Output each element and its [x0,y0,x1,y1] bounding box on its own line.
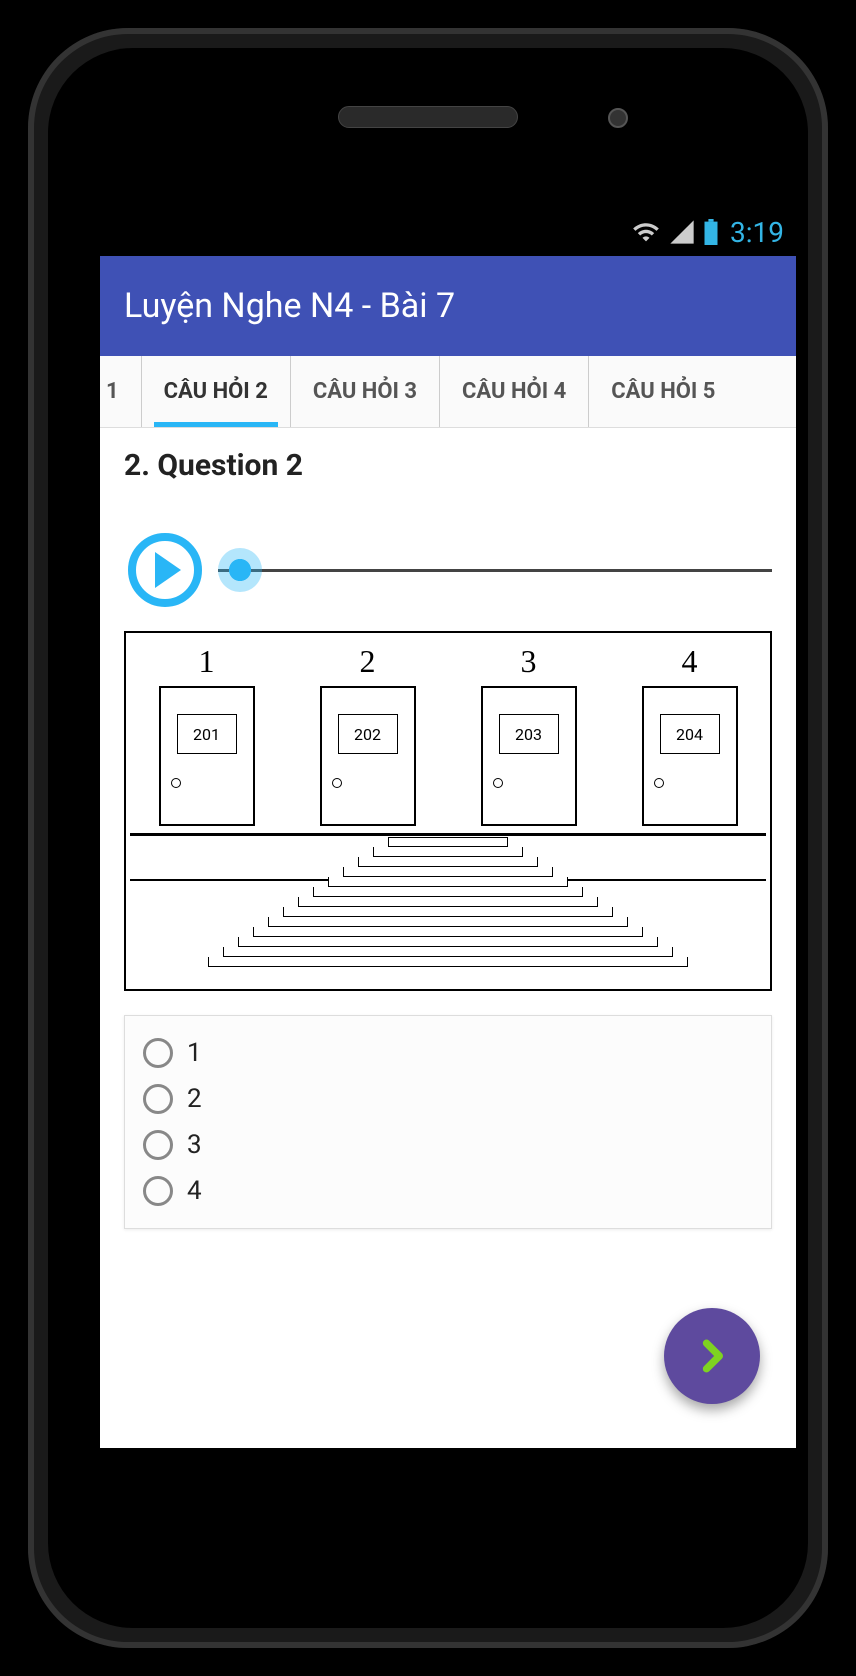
play-icon [155,552,181,588]
tab-question-2[interactable]: CÂU HỎI 2 [142,356,291,427]
door-number-label: 3 [521,643,537,680]
door-knob-icon [171,778,181,788]
next-button[interactable] [664,1308,760,1404]
room-number-plate: 201 [177,714,237,754]
door-icon: 203 [481,686,577,826]
status-time: 3:19 [730,216,784,249]
slider-track [218,569,772,572]
radio-icon [143,1130,173,1160]
answer-option-2[interactable]: 2 [143,1076,753,1122]
answer-option-1[interactable]: 1 [143,1030,753,1076]
tab-question-4[interactable]: CÂU HỎI 4 [440,356,589,427]
door-icon: 201 [159,686,255,826]
room-number-plate: 204 [660,714,720,754]
app-title: Luyện Nghe N4 - Bài 7 [124,286,455,326]
app-screen: 3:19 Luyện Nghe N4 - Bài 7 1 CÂU HỎI 2 C… [100,208,796,1448]
question-title: 2. Question 2 [124,448,772,483]
question-illustration: 1 201 2 202 [124,631,772,991]
battery-icon [704,219,718,245]
radio-icon [143,1084,173,1114]
slider-thumb[interactable] [218,548,262,592]
answer-label: 2 [187,1084,202,1114]
answer-label: 3 [187,1130,202,1160]
tab-label: 1 [106,379,119,404]
answer-label: 1 [187,1038,202,1068]
answer-option-4[interactable]: 4 [143,1168,753,1214]
tab-bar[interactable]: 1 CÂU HỎI 2 CÂU HỎI 3 CÂU HỎI 4 CÂU HỎI … [100,356,796,428]
wifi-icon [632,218,660,246]
phone-camera [608,108,628,128]
room-number-plate: 202 [338,714,398,754]
answer-list: 1 2 3 4 [124,1015,772,1229]
door-knob-icon [332,778,342,788]
floor-line [130,833,766,836]
door-icon: 202 [320,686,416,826]
door-knob-icon [654,778,664,788]
answer-label: 4 [187,1176,202,1206]
door-column: 3 203 [481,643,577,826]
radio-icon [143,1038,173,1068]
tab-question-1[interactable]: 1 [100,356,142,427]
question-content: 2. Question 2 1 201 [100,428,796,1229]
phone-frame: 3:19 Luyện Nghe N4 - Bài 7 1 CÂU HỎI 2 C… [28,28,828,1648]
room-number-plate: 203 [499,714,559,754]
phone-inner: 3:19 Luyện Nghe N4 - Bài 7 1 CÂU HỎI 2 C… [48,48,808,1628]
door-knob-icon [493,778,503,788]
stairs-icon [268,837,628,987]
signal-icon [668,218,696,246]
door-column: 1 201 [159,643,255,826]
tab-question-5[interactable]: CÂU HỎI 5 [589,356,721,427]
phone-speaker [338,106,518,128]
door-icon: 204 [642,686,738,826]
status-bar: 3:19 [100,208,796,256]
tab-label: CÂU HỎI 3 [313,379,417,404]
radio-icon [143,1176,173,1206]
audio-player [124,533,772,607]
tab-label: CÂU HỎI 5 [611,379,715,404]
audio-seek-slider[interactable] [218,550,772,590]
door-number-label: 1 [199,643,215,680]
door-number-label: 4 [682,643,698,680]
chevron-right-icon [690,1334,734,1378]
door-number-label: 2 [360,643,376,680]
door-column: 2 202 [320,643,416,826]
tab-question-3[interactable]: CÂU HỎI 3 [291,356,440,427]
door-column: 4 204 [642,643,738,826]
app-bar: Luyện Nghe N4 - Bài 7 [100,256,796,356]
answer-option-3[interactable]: 3 [143,1122,753,1168]
tab-label: CÂU HỎI 2 [164,379,268,404]
tab-label: CÂU HỎI 4 [462,379,566,404]
play-button[interactable] [128,533,202,607]
doors-row: 1 201 2 202 [126,643,770,833]
